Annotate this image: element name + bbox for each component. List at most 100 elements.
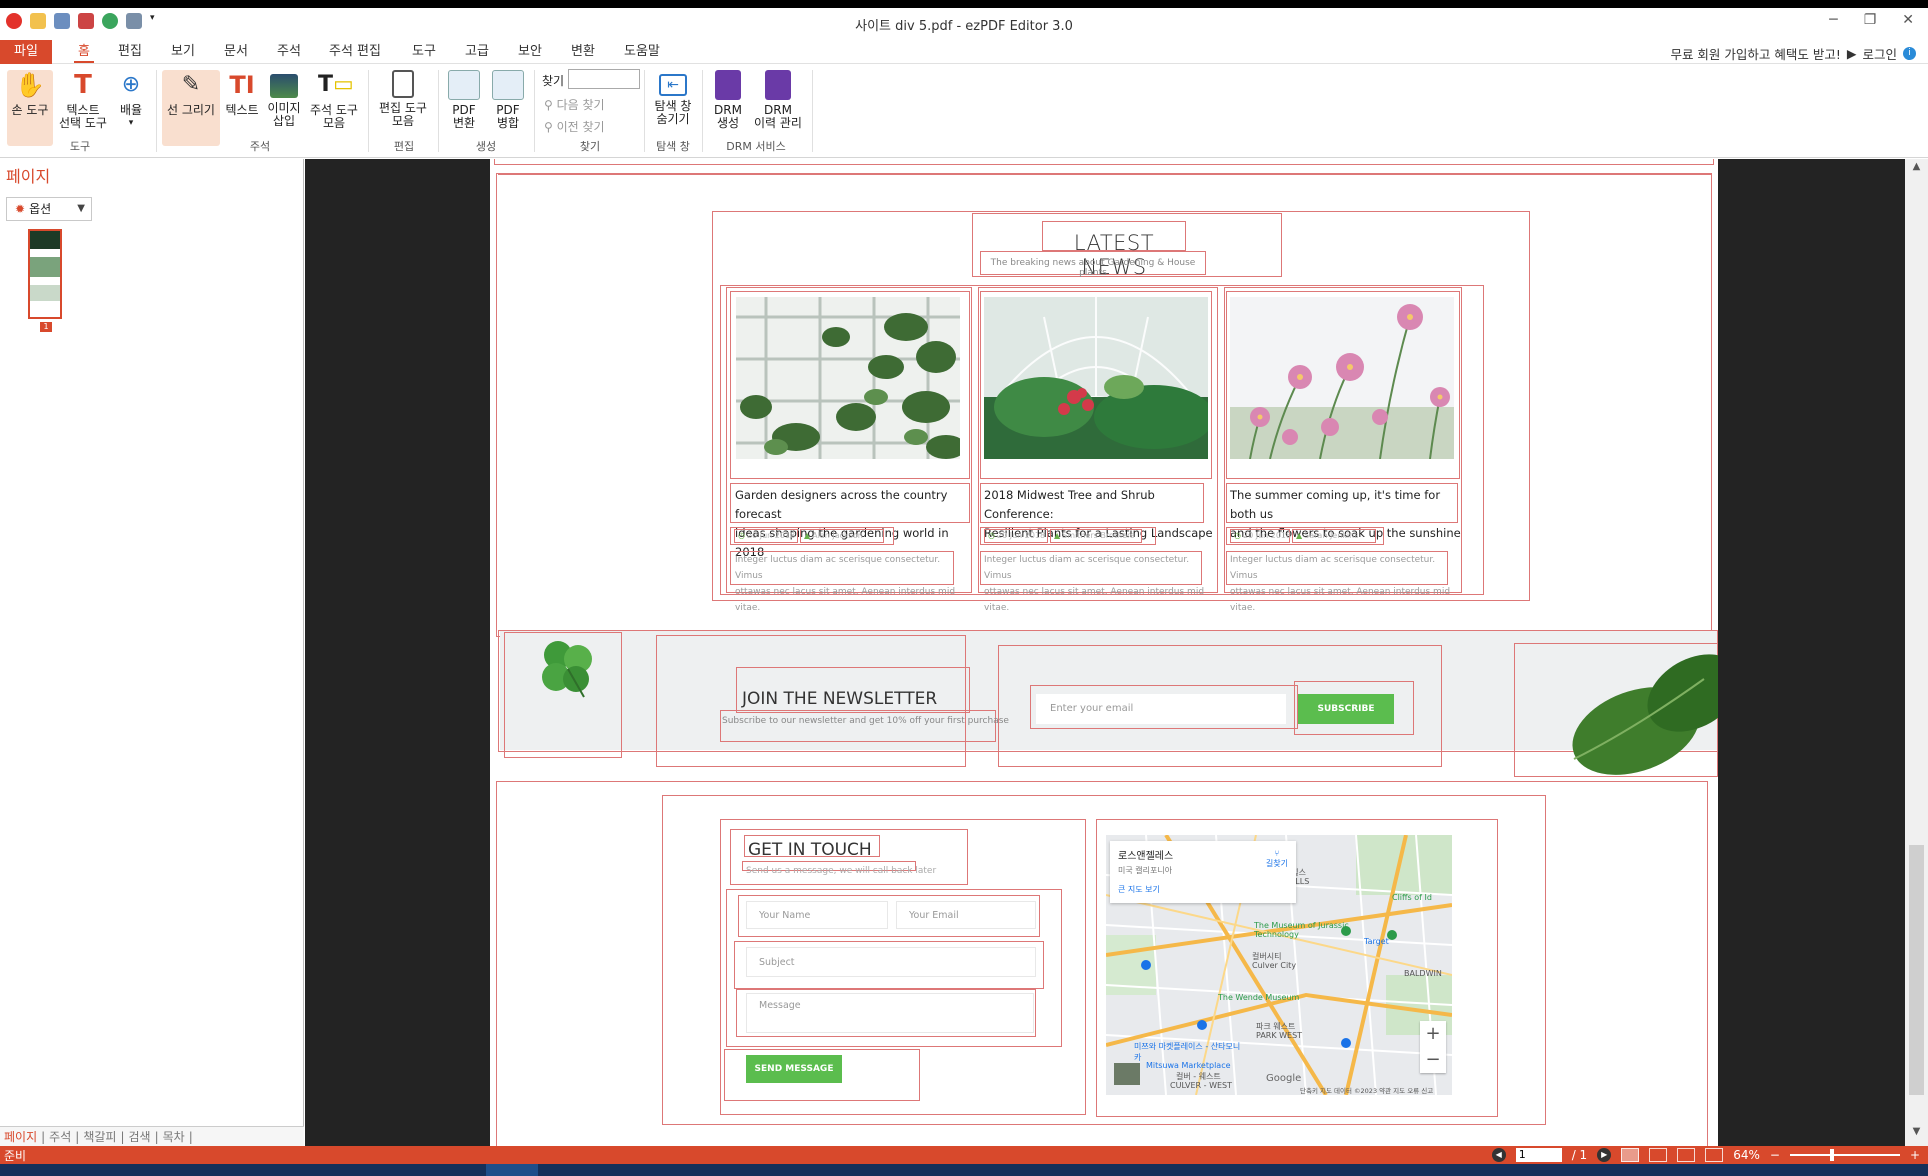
map-label: The Museum of Jurassic Technology	[1254, 921, 1349, 939]
restore-icon[interactable]: ❐	[1864, 12, 1877, 28]
cosmos-flowers-image	[1230, 297, 1454, 460]
panel-tab-search[interactable]: 검색	[128, 1128, 150, 1145]
draw-line-button[interactable]: ✎ 선 그리기	[162, 70, 220, 146]
taskbar-item[interactable]	[486, 1164, 538, 1176]
your-name-input[interactable]: Your Name	[746, 901, 888, 929]
zoom-slider[interactable]	[1789, 1149, 1900, 1161]
tab-file[interactable]: 파일	[0, 40, 52, 64]
group-label-drm: DRM 서비스	[726, 140, 786, 153]
hand-tool-button[interactable]: ✋ 손 도구	[7, 70, 53, 146]
options-dropdown[interactable]: ✹ 옵션 ▼	[6, 197, 92, 221]
tab-advanced[interactable]: 고급	[461, 41, 493, 63]
tab-convert[interactable]: 변환	[567, 41, 599, 63]
tab-document[interactable]: 문서	[220, 41, 252, 63]
newsletter-email-input[interactable]: Enter your email	[1036, 694, 1286, 724]
clock-icon: ◷	[1234, 531, 1241, 540]
drm-history-button[interactable]: DRM 이력 관리	[750, 70, 806, 130]
card-image-flowers[interactable]	[1230, 297, 1454, 460]
panel-tab-bookmarks[interactable]: 책갈피	[83, 1128, 116, 1145]
send-message-button[interactable]: SEND MESSAGE	[746, 1055, 842, 1083]
page-thumbnail[interactable]	[28, 229, 62, 319]
ribbon-separator	[368, 70, 369, 152]
panel-tab-annotations[interactable]: 주석	[49, 1128, 71, 1145]
panel-tab-pages[interactable]: 페이지	[4, 1128, 37, 1145]
panel-tab-toc[interactable]: 목차	[163, 1128, 185, 1145]
scroll-up-icon[interactable]: ▲	[1905, 161, 1928, 179]
map-label: The Wende Museum	[1218, 993, 1300, 1002]
edit-document-icon	[392, 70, 414, 98]
tab-annotation-edit[interactable]: 주석 편집	[325, 41, 385, 63]
vertical-scrollbar[interactable]: ▲ ▼	[1905, 159, 1928, 1146]
prev-page-icon[interactable]: ◀	[1491, 1148, 1506, 1162]
edit-tools-button[interactable]: 편집 도구 모음	[374, 70, 432, 128]
tab-view[interactable]: 보기	[167, 41, 199, 63]
find-next-button[interactable]: ⚲ 다음 찾기	[544, 96, 605, 113]
message-textarea[interactable]: Message	[746, 993, 1034, 1033]
tab-edit[interactable]: 편집	[114, 41, 146, 63]
directions-button[interactable]: ⑂ 길찾기	[1266, 849, 1288, 869]
clock-icon: ◷	[738, 531, 745, 540]
card-image-greenhouse[interactable]	[983, 297, 1214, 460]
page-number-input[interactable]: 1	[1515, 1148, 1562, 1162]
document-viewport[interactable]: LATEST NEWS The breaking news about Gard…	[305, 159, 1905, 1146]
card-author[interactable]: ▲ Sarah Jenkins	[1296, 531, 1358, 540]
subject-input[interactable]: Subject	[746, 947, 1036, 977]
grid-view-icon[interactable]	[1705, 1148, 1724, 1162]
tab-tools[interactable]: 도구	[408, 41, 440, 63]
map-footer[interactable]: 단축키 지도 데이터 ©2023 약관 지도 오류 신고	[1300, 1085, 1433, 1095]
pdf-page: LATEST NEWS The breaking news about Gard…	[490, 159, 1718, 1146]
card-excerpt: Integer luctus diam ac scerisque consect…	[735, 555, 956, 613]
hide-nav-pane-button[interactable]: ⇤ 탐색 창 숨기기	[650, 70, 696, 126]
annotation-tools-button[interactable]: T▭ 주석 도구 모음	[306, 70, 362, 130]
monstera-leaf-image	[1564, 649, 1718, 775]
drm-create-button[interactable]: DRM 생성	[708, 70, 748, 130]
tab-annotation[interactable]: 주석	[273, 41, 305, 63]
zoom-in-icon[interactable]: +	[1420, 1021, 1446, 1047]
find-prev-button[interactable]: ⚲ 이전 찾기	[544, 118, 605, 135]
tab-security[interactable]: 보안	[514, 41, 546, 63]
card-image-ivy[interactable]	[736, 297, 966, 459]
single-page-view-icon[interactable]	[1621, 1148, 1640, 1162]
card-author[interactable]: ▲ Alan Jackson	[804, 531, 863, 540]
zoom-in-icon[interactable]: +	[1910, 1148, 1920, 1162]
map-zoom-control: + −	[1420, 1021, 1446, 1073]
contact-title: GET IN TOUCH	[748, 840, 872, 860]
zoom-level: 64%	[1733, 1148, 1760, 1162]
google-map[interactable]: 비엔 힐스 PIOT HILLS The Museum of Jurassic …	[1106, 835, 1452, 1095]
scroll-down-icon[interactable]: ▼	[1905, 1126, 1928, 1144]
find-input[interactable]	[568, 69, 640, 89]
user-icon: ▲	[1296, 531, 1303, 540]
login-link[interactable]: 로그인	[1862, 44, 1897, 63]
zoom-button[interactable]: ⊕ 배율 ▾	[112, 70, 150, 130]
zoom-out-icon[interactable]: −	[1770, 1148, 1780, 1162]
tab-home[interactable]: 홈	[74, 41, 94, 63]
map-label: Target	[1364, 937, 1389, 946]
close-icon[interactable]: ✕	[1902, 12, 1914, 28]
continuous-view-icon[interactable]	[1677, 1148, 1696, 1162]
insert-image-button[interactable]: 이미지 삽입	[264, 70, 304, 128]
bigger-map-link[interactable]: 큰 지도 보기	[1118, 884, 1288, 895]
map-label: Culver City	[1252, 961, 1297, 970]
ribbon-separator	[438, 70, 439, 152]
scroll-thumb[interactable]	[1909, 845, 1924, 1095]
text-button[interactable]: TI 텍스트	[222, 70, 262, 117]
tab-help[interactable]: 도움말	[620, 41, 664, 63]
text-select-tool-button[interactable]: T 텍스트 선택 도구	[58, 70, 108, 130]
zoom-slider-handle[interactable]	[1829, 1149, 1834, 1161]
minimize-icon[interactable]: ─	[1829, 12, 1837, 28]
menu-bar: 파일 홈 편집 보기 문서 주석 주석 편집 도구 고급 보안 변환 도움말 무…	[0, 38, 1928, 64]
zoom-out-icon[interactable]: −	[1420, 1047, 1446, 1073]
newsletter-subtitle: Subscribe to our newsletter and get 10% …	[722, 716, 1009, 726]
ribbon-separator	[702, 70, 703, 152]
pdf-merge-button[interactable]: PDF 병합	[488, 70, 528, 130]
info-icon[interactable]: i	[1903, 47, 1916, 60]
signup-promo-link[interactable]: 무료 회원 가입하고 혜택도 받고!	[1670, 44, 1840, 63]
two-page-view-icon[interactable]	[1649, 1148, 1668, 1162]
google-logo: Google	[1266, 1073, 1302, 1084]
your-email-input[interactable]: Your Email	[896, 901, 1036, 929]
subscribe-button[interactable]: SUBSCRIBE	[1298, 694, 1394, 724]
pdf-convert-button[interactable]: PDF 변환	[444, 70, 484, 130]
pdf-merge-icon	[492, 70, 524, 100]
next-page-icon[interactable]: ▶	[1597, 1148, 1612, 1162]
card-author[interactable]: ▲ Smithers Brothers	[1054, 531, 1134, 540]
